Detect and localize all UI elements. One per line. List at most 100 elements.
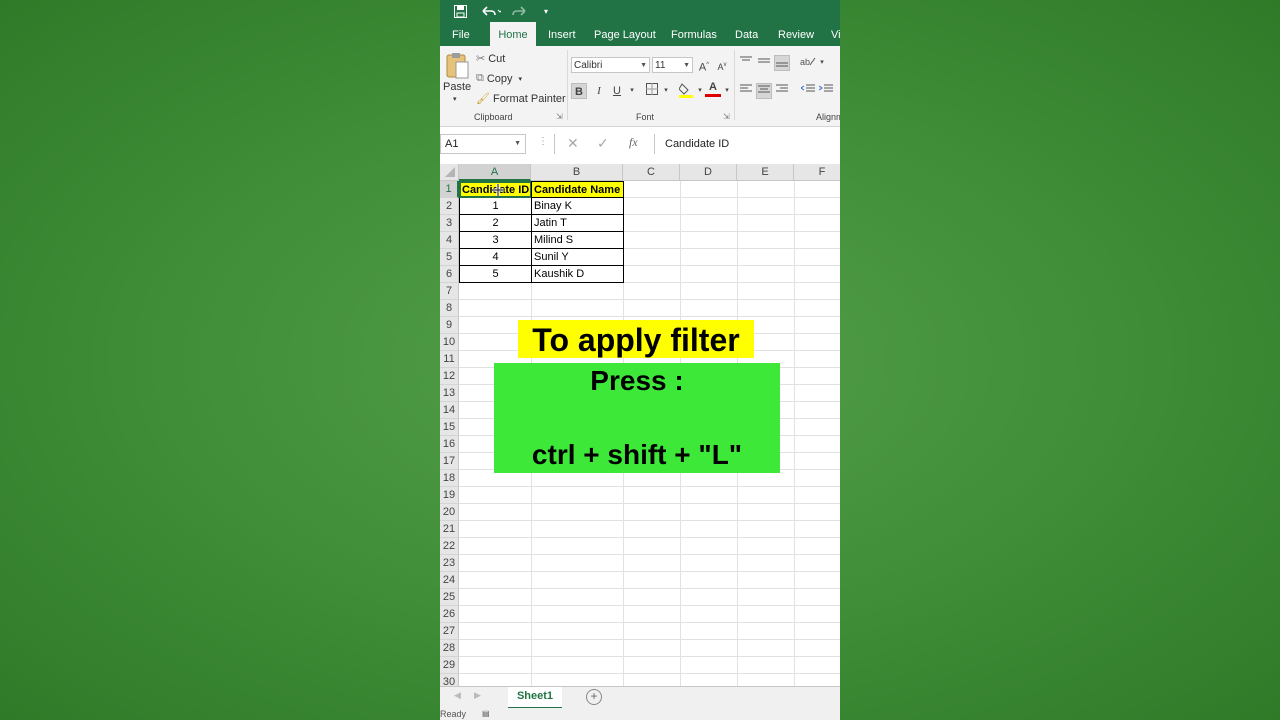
font-size-combo[interactable]: 11 ▼ <box>652 57 693 73</box>
header-cell-candidate-name[interactable]: Candidate Name <box>531 181 624 198</box>
tab-view[interactable]: Vi <box>831 22 840 46</box>
shortcut-box: Press : ctrl + shift + "L" <box>494 363 780 473</box>
grow-font-icon[interactable]: A^ <box>696 57 712 74</box>
shrink-font-icon[interactable]: Av <box>714 57 730 73</box>
row-header[interactable]: 1 <box>440 181 459 198</box>
save-icon[interactable] <box>452 2 468 20</box>
more-options-icon[interactable]: ⋮ <box>538 136 548 147</box>
table-cell-name[interactable]: Sunil Y <box>531 249 624 266</box>
row-header[interactable]: 25 <box>440 589 459 606</box>
table-cell-id[interactable]: 4 <box>459 249 532 266</box>
column-header-c[interactable]: C <box>623 164 680 181</box>
table-cell-name[interactable]: Jatin T <box>531 215 624 232</box>
row-header[interactable]: 19 <box>440 487 459 504</box>
select-all-corner[interactable] <box>440 164 459 181</box>
decrease-indent-icon[interactable] <box>800 83 816 99</box>
insert-function-icon[interactable]: fx <box>629 135 638 150</box>
row-header[interactable]: 26 <box>440 606 459 623</box>
row-header[interactable]: 27 <box>440 623 459 640</box>
tab-home[interactable]: Home <box>490 22 536 46</box>
chevron-down-icon: ▼ <box>640 62 647 69</box>
align-right-icon[interactable] <box>774 83 790 99</box>
increase-indent-icon[interactable] <box>818 83 834 99</box>
table-cell-name[interactable]: Binay K <box>531 198 624 215</box>
bottom-align-icon[interactable] <box>774 55 790 71</box>
column-header-a[interactable]: A <box>459 164 531 181</box>
column-header-d[interactable]: D <box>680 164 737 181</box>
row-header[interactable]: 8 <box>440 300 459 317</box>
name-box[interactable]: A1 ▼ <box>440 134 526 154</box>
table-cell-id[interactable]: 3 <box>459 232 532 249</box>
row-header[interactable]: 13 <box>440 385 459 402</box>
undo-icon[interactable] <box>478 2 504 20</box>
row-header[interactable]: 7 <box>440 283 459 300</box>
column-header-f[interactable]: F <box>794 164 840 181</box>
underline-dropdown-icon[interactable]: ▾ <box>624 83 640 99</box>
macro-record-icon[interactable]: ▤ <box>482 709 490 718</box>
row-header[interactable]: 6 <box>440 266 459 283</box>
row-header[interactable]: 29 <box>440 657 459 674</box>
scroll-left-icon[interactable]: ◀ <box>454 690 461 701</box>
row-header[interactable]: 16 <box>440 436 459 453</box>
row-header[interactable]: 5 <box>440 249 459 266</box>
sheet-tab[interactable]: Sheet1 <box>508 687 562 709</box>
italic-button[interactable]: I <box>591 83 607 99</box>
row-header[interactable]: 12 <box>440 368 459 385</box>
paste-icon[interactable] <box>444 52 470 80</box>
orientation-dropdown-icon[interactable]: ▾ <box>814 55 830 71</box>
bold-button[interactable]: B <box>571 83 587 99</box>
clipboard-launcher-icon[interactable]: ⇲ <box>556 112 563 121</box>
tab-formulas[interactable]: Formulas <box>671 22 717 46</box>
table-cell-id[interactable]: 2 <box>459 215 532 232</box>
gridline-horizontal <box>459 656 840 657</box>
row-header[interactable]: 2 <box>440 198 459 215</box>
row-header[interactable]: 28 <box>440 640 459 657</box>
row-header[interactable]: 18 <box>440 470 459 487</box>
row-header[interactable]: 10 <box>440 334 459 351</box>
paste-dropdown-icon[interactable]: ▾ <box>453 95 457 103</box>
paste-button[interactable]: Paste <box>443 81 471 93</box>
table-cell-name[interactable]: Kaushik D <box>531 266 624 283</box>
middle-align-icon[interactable] <box>756 55 772 71</box>
row-header[interactable]: 22 <box>440 538 459 555</box>
row-header[interactable]: 24 <box>440 572 459 589</box>
tab-insert[interactable]: Insert <box>548 22 576 46</box>
cancel-icon[interactable]: ✕ <box>567 135 579 152</box>
borders-dropdown-icon[interactable]: ▾ <box>658 83 674 99</box>
scroll-right-icon[interactable]: ▶ <box>474 690 481 701</box>
row-header[interactable]: 17 <box>440 453 459 470</box>
cut-label: Cut <box>488 52 506 65</box>
top-align-icon[interactable] <box>738 55 754 71</box>
tab-file[interactable]: File <box>452 22 470 46</box>
font-color-dropdown-icon[interactable]: ▾ <box>719 83 735 99</box>
row-header[interactable]: 11 <box>440 351 459 368</box>
tab-review[interactable]: Review <box>778 22 814 46</box>
add-sheet-icon[interactable]: + <box>586 689 602 705</box>
underline-button[interactable]: U <box>609 83 625 99</box>
row-header[interactable]: 9 <box>440 317 459 334</box>
column-header-e[interactable]: E <box>737 164 794 181</box>
customize-quick-access-icon[interactable]: ▾ <box>540 2 552 20</box>
row-header[interactable]: 20 <box>440 504 459 521</box>
copy-button[interactable]: ⧉ Copy ▾ <box>476 72 522 85</box>
column-header-b[interactable]: B <box>531 164 623 181</box>
redo-icon[interactable] <box>508 2 534 20</box>
tab-page-layout[interactable]: Page Layout <box>594 22 656 46</box>
row-header[interactable]: 23 <box>440 555 459 572</box>
format-painter-button[interactable]: 🖌 Format Painter <box>476 92 566 106</box>
align-center-icon[interactable] <box>756 83 772 99</box>
enter-icon[interactable]: ✓ <box>597 135 609 152</box>
cut-button[interactable]: ✂ Cut <box>476 52 506 66</box>
table-cell-name[interactable]: Milind S <box>531 232 624 249</box>
row-header[interactable]: 4 <box>440 232 459 249</box>
font-launcher-icon[interactable]: ⇲ <box>723 112 730 121</box>
align-left-icon[interactable] <box>738 83 754 99</box>
row-header[interactable]: 21 <box>440 521 459 538</box>
formula-input[interactable]: Candidate ID <box>654 134 840 154</box>
row-header[interactable]: 15 <box>440 419 459 436</box>
tab-data[interactable]: Data <box>735 22 758 46</box>
font-name-combo[interactable]: Calibri ▼ <box>571 57 650 73</box>
row-header[interactable]: 3 <box>440 215 459 232</box>
table-cell-id[interactable]: 5 <box>459 266 532 283</box>
row-header[interactable]: 14 <box>440 402 459 419</box>
